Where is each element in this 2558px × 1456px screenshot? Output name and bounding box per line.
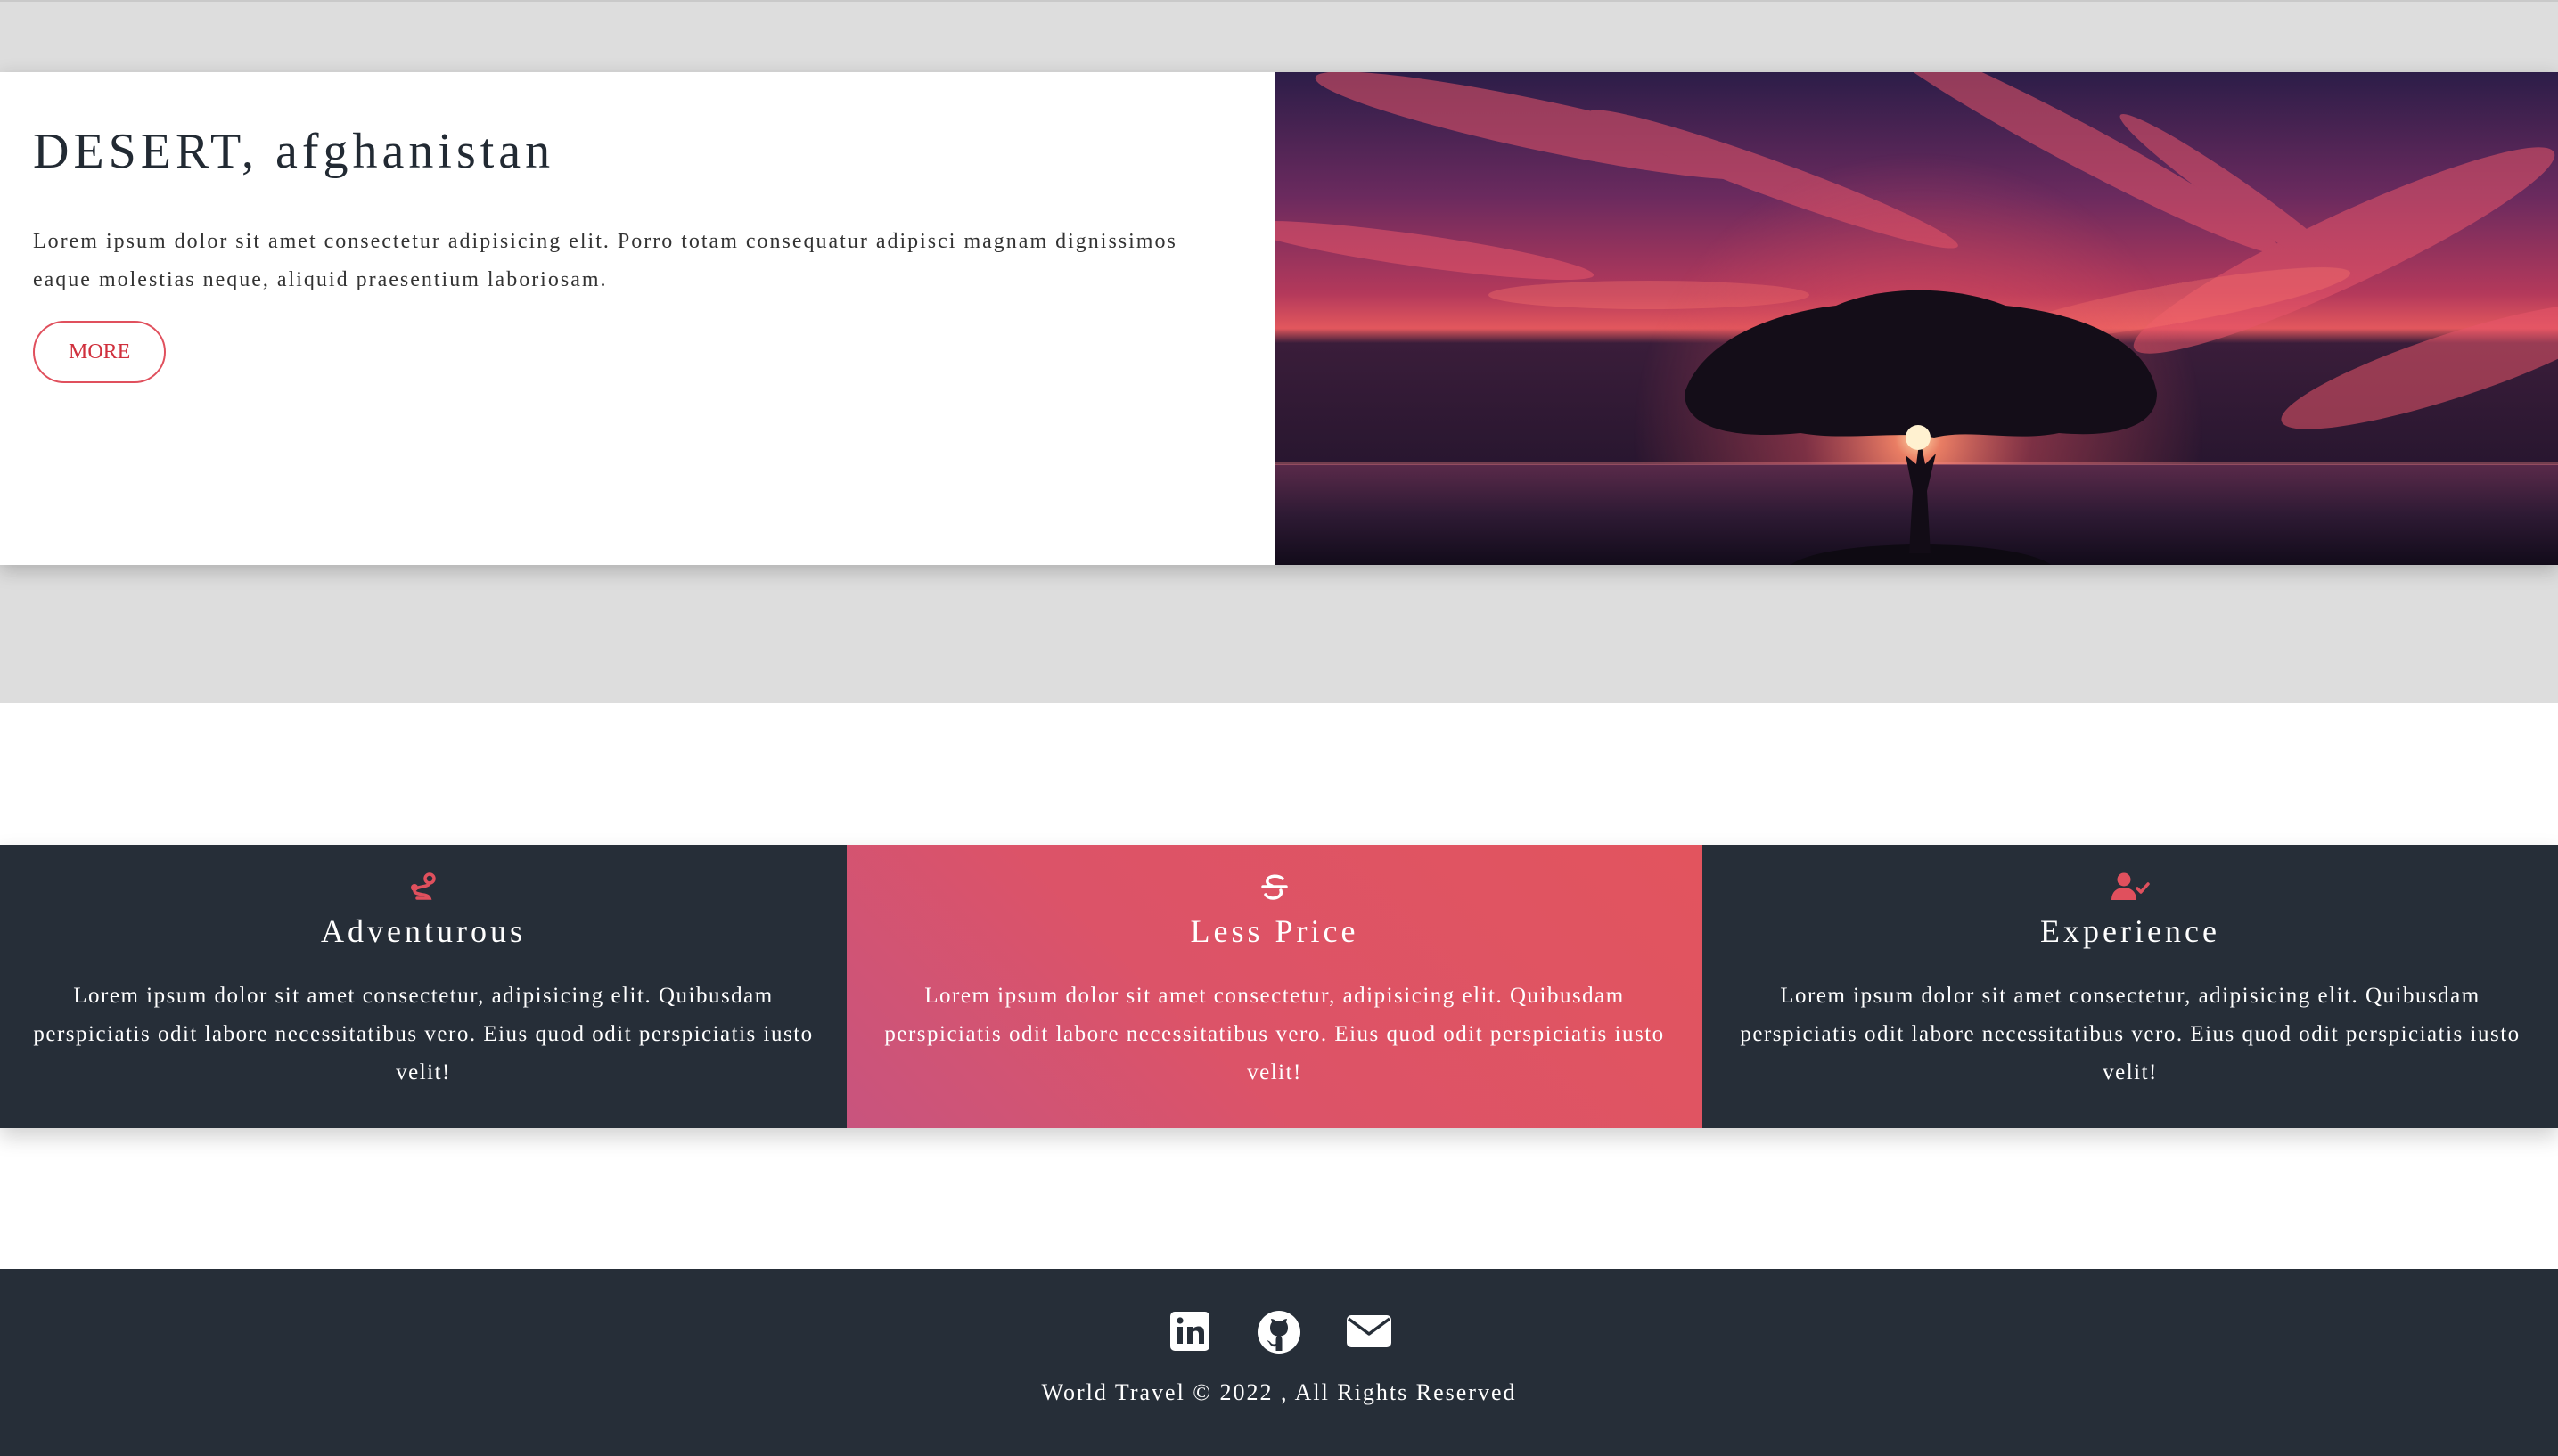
github-icon[interactable] [1257,1310,1301,1354]
feature-text: Lorem ipsum dolor sit amet consectetur, … [884,984,1665,1084]
strikethrough-s-icon [847,871,1702,907]
site-footer: World Travel © 2022 , All Rights Reserve… [0,1269,2558,1456]
feature-text: Lorem ipsum dolor sit amet consectetur, … [1740,984,2521,1084]
destination-card: DESERT, afghanistan Lorem ipsum dolor si… [0,72,2558,565]
feature-title: Experience [2040,913,2220,949]
feature-title: Less Price [1190,913,1359,949]
route-icon [0,871,847,907]
social-links [0,1269,2558,1354]
copyright-text: World Travel © 2022 , All Rights Reserve… [1041,1379,1517,1405]
envelope-icon[interactable] [1346,1310,1391,1354]
feature-title: Adventurous [321,913,526,949]
feature-text: Lorem ipsum dolor sit amet consectetur, … [33,984,814,1084]
destination-title: DESERT, afghanistan [33,124,555,179]
destination-description: Lorem ipsum dolor sit amet consectetur a… [33,230,1177,292]
feature-card-experience: Experience Lorem ipsum dolor sit amet co… [1702,845,2558,1128]
user-check-icon [1702,871,2558,907]
feature-card-adventurous: Adventurous Lorem ipsum dolor sit amet c… [0,845,847,1128]
linkedin-icon[interactable] [1168,1310,1212,1354]
destination-text-panel: DESERT, afghanistan Lorem ipsum dolor si… [0,72,1275,565]
more-button[interactable]: MORE [33,321,167,384]
sunset-tree-image [1275,72,2558,565]
feature-card-less-price: Less Price Lorem ipsum dolor sit amet co… [847,845,1702,1128]
features-row: Adventurous Lorem ipsum dolor sit amet c… [0,845,2558,1128]
destination-section: DESERT, afghanistan Lorem ipsum dolor si… [0,0,2558,703]
